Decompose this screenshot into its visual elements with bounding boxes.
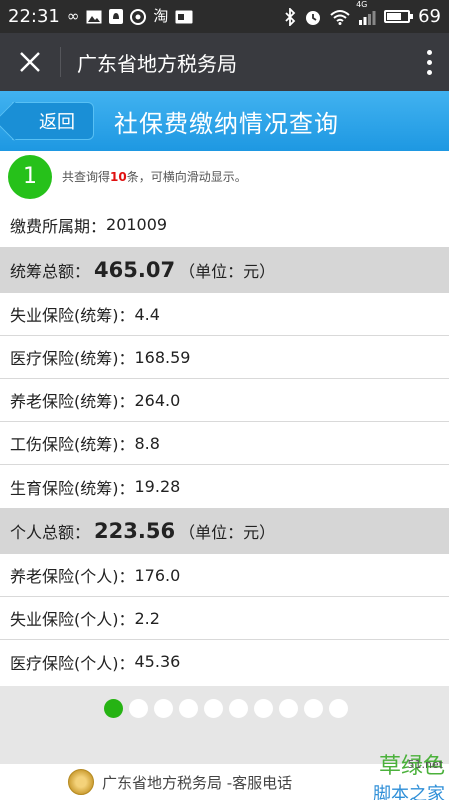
page-dot-5[interactable] [204,699,223,718]
sim-card-icon [175,10,193,24]
item-value: 19.28 [134,477,181,496]
personal-total-row: 个人总额： 223.56 （单位：元） [0,508,449,554]
alarm-icon [304,8,322,26]
personal-total-label: 个人总额： [10,523,91,542]
table-row: 医疗保险(统筹)： 168.59 [0,336,449,379]
image-icon [86,10,102,24]
table-row: 养老保险(统筹)： 264.0 [0,379,449,422]
battery-percent: 69 [418,6,441,27]
page-dot-3[interactable] [154,699,173,718]
period-value: 201009 [106,215,168,234]
page-dot-1[interactable] [104,699,123,718]
item-label: 养老保险(个人)： [10,567,135,586]
personal-total-amount: 223.56 [94,519,176,543]
page-dot-4[interactable] [179,699,198,718]
taobao-icon: 淘 [153,7,169,25]
watermark-url: 51.net [407,758,443,771]
app-icon [130,8,147,25]
item-value: 168.59 [134,347,191,367]
more-dots-icon [426,49,432,55]
item-value: 264.0 [134,390,181,410]
table-row: 养老保险(个人)： 176.0 [0,554,449,597]
signal-label: 4G [356,0,368,9]
page-dot-7[interactable] [254,699,273,718]
battery-icon [384,10,414,23]
page-dot-6[interactable] [229,699,248,718]
site-watermark: 草绿色 脚本之家 51.net [373,748,445,800]
item-value: 8.8 [134,433,160,453]
item-label: 生育保险(统筹)： [10,478,135,498]
pooled-total-label: 统筹总额： [10,262,91,281]
page-dot-8[interactable] [279,699,298,718]
item-value: 2.2 [134,608,160,628]
item-label: 工伤保险(统筹)： [10,435,135,454]
period-label: 缴费所属期： [10,216,107,236]
personal-total-unit: （单位：元） [179,523,276,542]
more-menu-button[interactable] [409,33,449,91]
footer-text: 广东省地方税务局 -客服电话 [102,773,293,792]
period-row: 缴费所属期： 201009 [0,202,449,247]
item-label: 医疗保险(个人)： [10,653,135,673]
result-summary: 1 共查询得10条，可横向滑动显示。 [0,151,449,202]
title-divider [60,47,61,77]
back-button[interactable]: 返回 [12,102,94,140]
result-count: 10 [110,170,127,184]
summary-text: 共查询得10条，可横向滑动显示。 [62,168,247,185]
summary-prefix: 共查询得 [62,170,111,184]
back-button-label: 返回 [39,112,75,133]
table-row: 失业保险(统筹)： 4.4 [0,293,449,336]
item-label: 失业保险(统筹)： [10,306,135,325]
wifi-icon [330,9,350,25]
browser-title-bar: 广东省地方税务局 [0,33,449,91]
close-button[interactable] [0,33,60,91]
page-header: 返回 社保费缴纳情况查询 [0,91,449,151]
item-label: 失业保险(个人)： [10,610,135,629]
status-time: 22:31 [8,6,60,27]
signal-icon: 4G [356,0,376,25]
page-dot-2[interactable] [129,699,148,718]
pooled-total-unit: （单位：元） [179,262,276,281]
page-title: 社保费缴纳情况查询 [114,109,339,138]
tax-bureau-logo [68,769,94,795]
table-row: 生育保险(统筹)： 19.28 [0,465,449,508]
item-value: 45.36 [134,652,181,671]
page-dots [104,699,348,718]
infinity-icon: ∞ [66,7,80,25]
pooled-total-amount: 465.07 [94,258,176,282]
bluetooth-icon [284,7,296,26]
table-row: 失业保险(个人)： 2.2 [0,597,449,640]
page-dot-9[interactable] [304,699,323,718]
status-bar: 22:31 ∞ 淘 4G 69 [0,0,449,33]
pooled-total-row: 统筹总额： 465.07 （单位：元） [0,247,449,293]
item-label: 医疗保险(统筹)： [10,349,135,368]
table-row: 工伤保险(统筹)： 8.8 [0,422,449,465]
notification-icon [109,9,124,24]
summary-suffix: 条，可横向滑动显示。 [126,170,247,184]
browser-title: 广东省地方税务局 [77,51,237,76]
table-row: 医疗保险(个人)： 45.36 [0,640,449,683]
item-value: 4.4 [134,304,160,324]
query-result: 1 共查询得10条，可横向滑动显示。 缴费所属期： 201009 统筹总额： 465… [0,151,449,683]
result-index-badge: 1 [8,154,52,199]
watermark-sub: 脚本之家 [373,784,445,800]
item-value: 176.0 [134,565,181,585]
item-label: 养老保险(统筹)： [10,392,135,411]
close-icon [20,52,40,72]
page-dot-10[interactable] [329,699,348,718]
